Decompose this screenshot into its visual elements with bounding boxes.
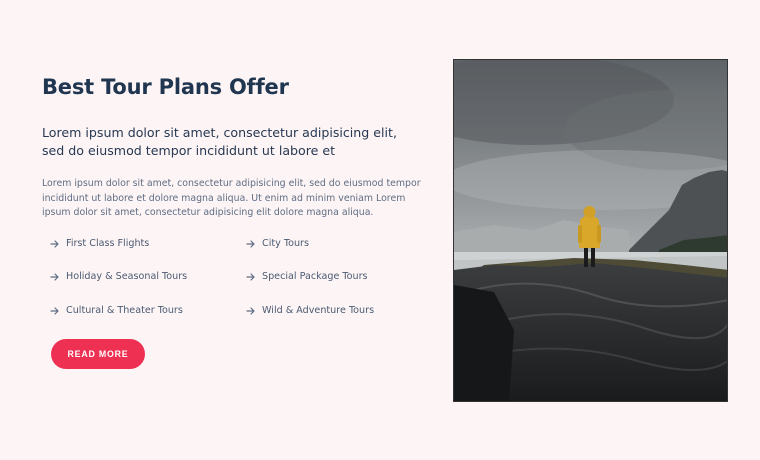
feature-item-special-package-tours: Special Package Tours — [246, 271, 368, 282]
feature-item-holiday-seasonal-tours: Holiday & Seasonal Tours — [50, 271, 187, 282]
feature-item-city-tours: City Tours — [246, 238, 309, 249]
arrow-right-icon — [246, 239, 256, 249]
feature-label: Special Package Tours — [262, 271, 368, 282]
arrow-right-icon — [50, 272, 60, 282]
feature-label: City Tours — [262, 238, 309, 249]
tour-photo — [453, 59, 728, 402]
feature-item-first-class-flights: First Class Flights — [50, 238, 149, 249]
feature-label: Holiday & Seasonal Tours — [66, 271, 188, 282]
arrow-right-icon — [50, 306, 60, 316]
feature-label: Cultural & Theater Tours — [66, 305, 183, 316]
read-more-button[interactable]: READ MORE — [51, 339, 145, 369]
arrow-right-icon — [246, 306, 256, 316]
section-title: Best Tour Plans Offer — [42, 75, 289, 99]
arrow-right-icon — [50, 239, 60, 249]
feature-label: Wild & Adventure Tours — [262, 305, 375, 316]
section-description: Lorem ipsum dolor sit amet, consectetur … — [42, 178, 421, 219]
arrow-right-icon — [246, 272, 256, 282]
feature-item-wild-adventure-tours: Wild & Adventure Tours — [246, 305, 374, 316]
hiker-landscape-image — [454, 60, 727, 401]
feature-label: First Class Flights — [66, 238, 150, 249]
section-lead: Lorem ipsum dolor sit amet, consectetur … — [42, 125, 397, 158]
feature-item-cultural-theater-tours: Cultural & Theater Tours — [50, 305, 183, 316]
